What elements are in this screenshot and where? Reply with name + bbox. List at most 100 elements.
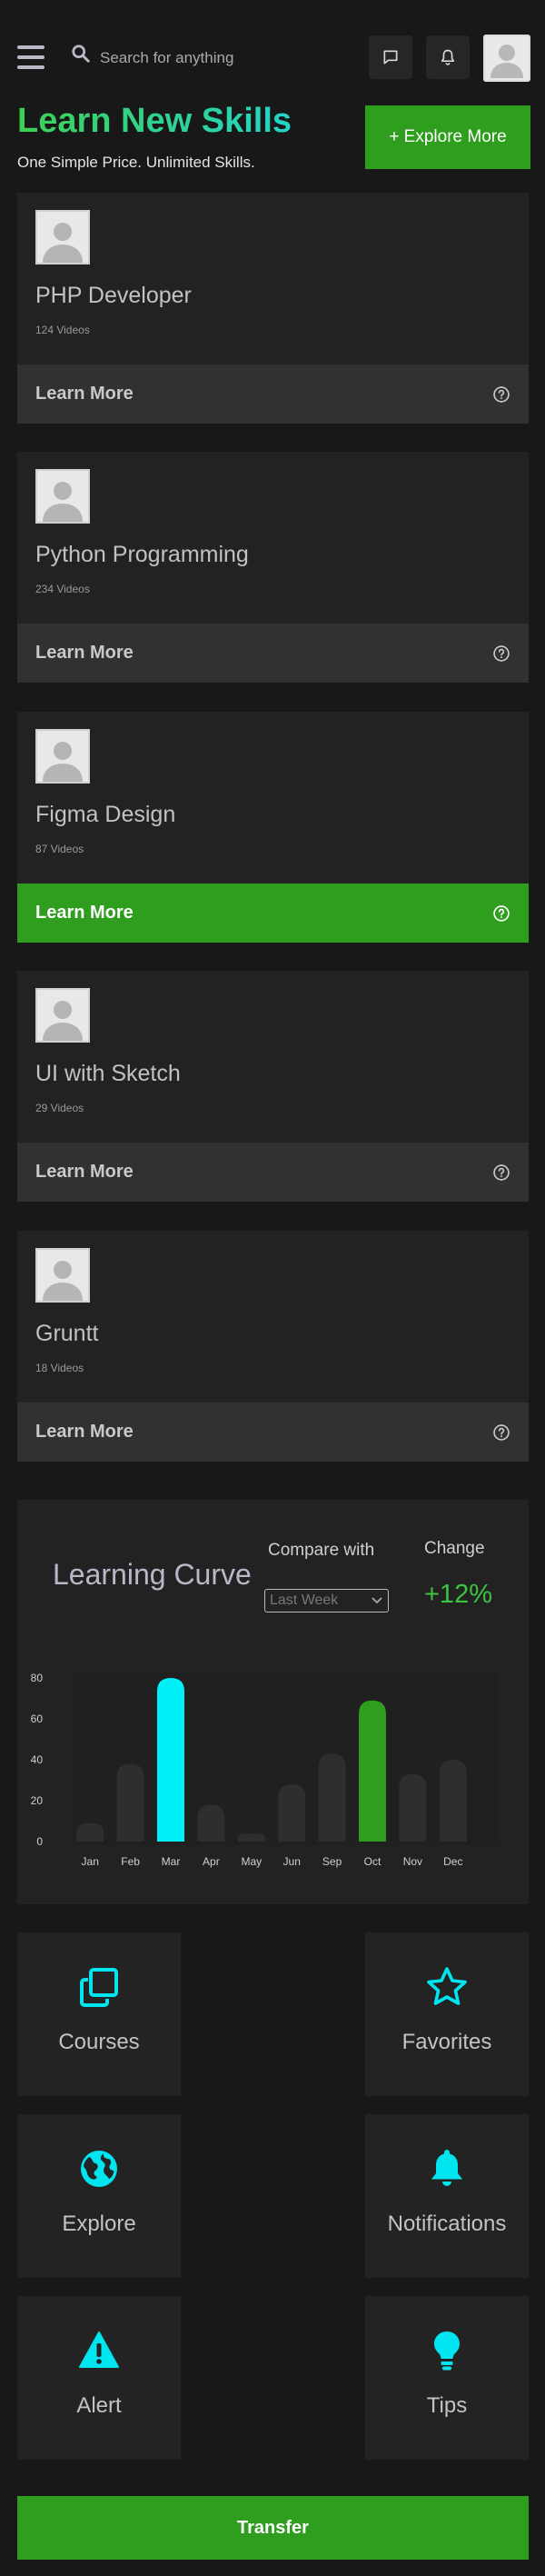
menu-icon[interactable] — [17, 45, 45, 69]
course-thumbnail — [35, 469, 90, 524]
x-tick-label: Oct — [364, 1855, 382, 1868]
y-tick-label: 0 — [36, 1835, 43, 1848]
chevron-down-icon — [372, 1597, 382, 1604]
tile-label: Explore — [62, 2212, 136, 2236]
tile-label: Alert — [76, 2393, 122, 2418]
course-video-count: 234 Videos — [35, 583, 90, 595]
transfer-button[interactable]: Transfer — [17, 2496, 529, 2560]
course-title: Gruntt — [35, 1321, 99, 1346]
course-video-count: 18 Videos — [35, 1362, 84, 1374]
search-input[interactable] — [100, 45, 336, 71]
chart-bar-jan — [76, 1822, 104, 1842]
lightbulb-icon — [434, 2331, 460, 2371]
course-thumbnail — [35, 210, 90, 265]
chart-bar-feb — [116, 1763, 144, 1842]
learn-more-button[interactable]: Learn More — [17, 884, 529, 943]
tile-label: Courses — [58, 2030, 140, 2054]
explore-more-button[interactable]: + Explore More — [365, 105, 530, 169]
learn-more-label: Learn More — [35, 643, 134, 663]
help-icon[interactable] — [492, 1423, 510, 1442]
course-video-count: 29 Videos — [35, 1102, 84, 1114]
learning-curve-card: Learning Curve Compare with Last Week Ch… — [17, 1500, 529, 1904]
x-tick-label: Jan — [82, 1855, 99, 1868]
x-tick-label: Nov — [403, 1855, 422, 1868]
compare-select[interactable]: Last Week — [264, 1589, 389, 1612]
course-card: Gruntt 18 Videos Learn More — [17, 1231, 529, 1462]
course-video-count: 124 Videos — [35, 324, 90, 336]
search-icon[interactable] — [71, 44, 91, 64]
chart-bar-nov — [399, 1773, 427, 1842]
learn-more-label: Learn More — [35, 384, 134, 404]
course-title: UI with Sketch — [35, 1061, 181, 1086]
search-bar — [71, 40, 343, 76]
tile-explore[interactable]: Explore — [17, 2114, 181, 2278]
x-tick-label: Dec — [443, 1855, 462, 1868]
tile-courses[interactable]: Courses — [17, 1932, 181, 2096]
learn-more-label: Learn More — [35, 903, 134, 923]
user-avatar[interactable] — [483, 35, 530, 82]
y-tick-label: 20 — [31, 1794, 44, 1807]
course-title: PHP Developer — [35, 283, 192, 308]
learn-more-button[interactable]: Learn More — [17, 364, 529, 424]
copy-icon — [80, 1968, 118, 2007]
avatar-placeholder-icon — [490, 45, 523, 78]
learn-more-button[interactable]: Learn More — [17, 1143, 529, 1202]
x-tick-label: Mar — [162, 1855, 181, 1868]
x-tick-label: May — [241, 1855, 262, 1868]
tile-label: Tips — [426, 2393, 468, 2418]
x-tick-label: Sep — [322, 1855, 342, 1868]
help-icon[interactable] — [492, 1163, 510, 1182]
y-tick-label: 60 — [31, 1712, 44, 1725]
notifications-button[interactable] — [426, 35, 470, 79]
course-thumbnail — [35, 988, 90, 1043]
course-thumbnail — [35, 1248, 90, 1303]
x-tick-label: Feb — [121, 1855, 140, 1868]
course-card: UI with Sketch 29 Videos Learn More — [17, 971, 529, 1202]
bell-outline-icon — [441, 49, 455, 65]
tile-tips[interactable]: Tips — [365, 2296, 529, 2460]
page-title: Learn New Skills — [17, 102, 292, 140]
compare-select-value: Last Week — [270, 1593, 339, 1608]
top-header — [0, 0, 545, 91]
course-card: Figma Design 87 Videos Learn More — [17, 712, 529, 943]
warning-icon — [79, 2331, 119, 2368]
help-icon[interactable] — [492, 904, 510, 923]
chart-bar-mar — [157, 1678, 184, 1842]
help-icon[interactable] — [492, 644, 510, 663]
compare-label: Compare with — [268, 1541, 375, 1560]
chart-bar-apr — [197, 1804, 225, 1842]
messages-button[interactable] — [369, 35, 412, 79]
x-tick-label: Jun — [283, 1855, 301, 1868]
learning-curve-title: Learning Curve — [53, 1558, 252, 1591]
y-tick-label: 40 — [31, 1753, 44, 1766]
tile-notifications[interactable]: Notifications — [365, 2114, 529, 2278]
chart-bar-jun — [278, 1784, 306, 1842]
chart-bar-dec — [439, 1760, 467, 1842]
change-label: Change — [424, 1539, 485, 1558]
tile-alert[interactable]: Alert — [17, 2296, 181, 2460]
course-thumbnail — [35, 729, 90, 784]
globe-icon — [81, 2151, 117, 2187]
learn-more-label: Learn More — [35, 1422, 134, 1442]
x-tick-label: Apr — [203, 1855, 220, 1868]
help-icon[interactable] — [492, 385, 510, 404]
course-card: PHP Developer 124 Videos Learn More — [17, 193, 529, 424]
chart-bar-sep — [318, 1753, 346, 1842]
course-title: Python Programming — [35, 542, 249, 567]
message-icon — [383, 50, 398, 65]
learn-more-button[interactable]: Learn More — [17, 624, 529, 683]
change-value: +12% — [424, 1580, 492, 1609]
bell-icon — [431, 2150, 462, 2186]
tile-label: Favorites — [401, 2030, 492, 2054]
chart-bar-oct — [359, 1700, 386, 1842]
page-subtitle: One Simple Price. Unlimited Skills. — [17, 154, 255, 171]
course-video-count: 87 Videos — [35, 843, 84, 855]
learn-more-button[interactable]: Learn More — [17, 1403, 529, 1462]
learning-curve-chart: 0 20 40 60 80 Jan Feb Mar Apr May Jun Sep Oct Nov Dec — [31, 1672, 499, 1868]
star-icon — [427, 1967, 467, 2005]
course-title: Figma Design — [35, 802, 176, 827]
learn-more-label: Learn More — [35, 1162, 134, 1182]
y-tick-label: 80 — [31, 1672, 44, 1684]
tile-favorites[interactable]: Favorites — [365, 1932, 529, 2096]
course-card: Python Programming 234 Videos Learn More — [17, 452, 529, 683]
